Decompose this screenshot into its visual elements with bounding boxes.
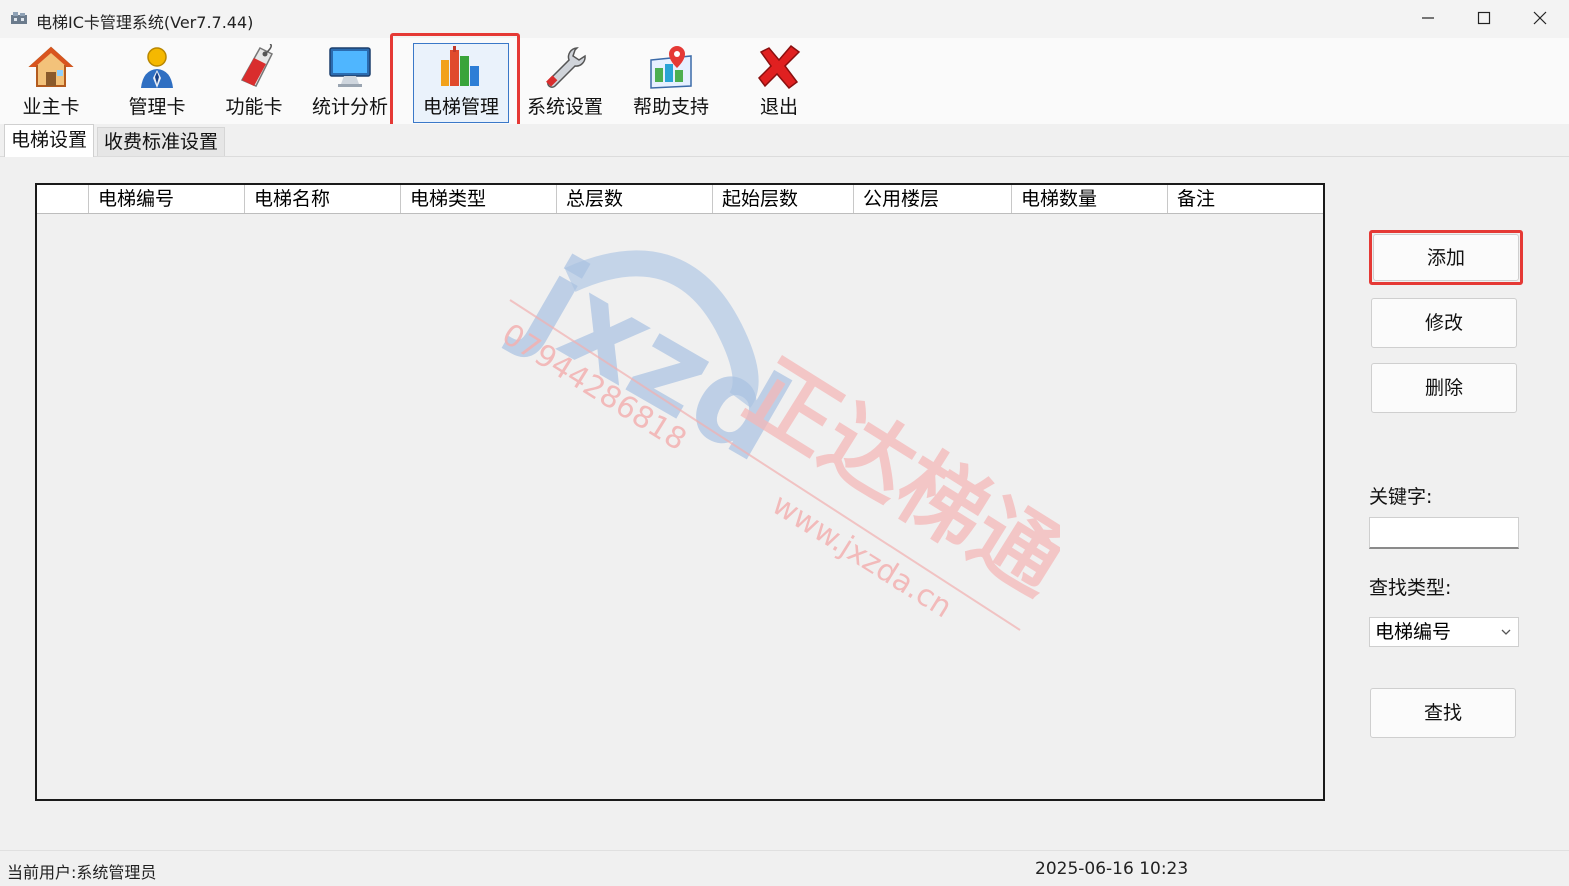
- column-header-elevator-name[interactable]: 电梯名称: [245, 185, 401, 213]
- toolbar-label: 业主卡: [22, 96, 80, 118]
- toolbar-function-card[interactable]: 功能卡: [207, 44, 301, 122]
- edit-button[interactable]: 修改: [1371, 298, 1517, 348]
- status-bar: 当前用户:系统管理员 2025-06-16 10:23: [0, 850, 1569, 886]
- keyword-label: 关键字:: [1369, 486, 1433, 508]
- wrench-icon: [546, 47, 586, 88]
- tab-fee-standard-settings[interactable]: 收费标准设置: [97, 127, 226, 156]
- delete-button[interactable]: 删除: [1371, 363, 1517, 413]
- search-type-select[interactable]: 电梯编号: [1369, 617, 1519, 647]
- map-pin-icon: [650, 46, 692, 89]
- toolbar-manager-card[interactable]: 管理卡: [110, 44, 204, 122]
- search-type-label: 查找类型:: [1369, 577, 1452, 599]
- column-header-elevator-no[interactable]: 电梯编号: [89, 185, 245, 213]
- toolbar-exit[interactable]: 退出: [732, 44, 826, 122]
- toolbar-statistics[interactable]: 统计分析: [303, 44, 397, 122]
- tab-strip: 电梯设置 收费标准设置: [0, 124, 1569, 157]
- status-datetime: 2025-06-16 10:23: [1035, 859, 1189, 879]
- toolbar-owner-card[interactable]: 业主卡: [4, 44, 98, 122]
- minimize-icon: [1422, 17, 1434, 19]
- table-header: 电梯编号 电梯名称 电梯类型 总层数 起始层数 公用楼层 电梯数量 备注: [37, 185, 1323, 214]
- chevron-down-icon: [1500, 618, 1512, 656]
- toolbar-system-settings[interactable]: 系统设置: [518, 44, 612, 122]
- maximize-icon: [1477, 11, 1491, 25]
- app-icon: [10, 10, 28, 26]
- toolbar-help-support[interactable]: 帮助支持: [624, 44, 718, 122]
- keyword-input[interactable]: [1369, 517, 1519, 549]
- column-header-elevator-type[interactable]: 电梯类型: [401, 185, 557, 213]
- search-type-value: 电梯编号: [1375, 621, 1452, 643]
- column-header-public-floors[interactable]: 公用楼层: [854, 185, 1012, 213]
- add-button[interactable]: 添加: [1373, 234, 1519, 281]
- close-icon: [1533, 11, 1547, 25]
- toolbar-label: 统计分析: [311, 96, 388, 118]
- monitor-icon: [329, 47, 371, 87]
- red-x-icon: [758, 44, 801, 90]
- toolbar-label: 帮助支持: [632, 96, 709, 118]
- house-icon: [28, 46, 74, 87]
- title-bar: 电梯IC卡管理系统(Ver7.7.44): [0, 0, 1569, 39]
- search-button[interactable]: 查找: [1370, 688, 1516, 738]
- status-current-user: 当前用户:系统管理员: [7, 863, 157, 882]
- column-header-elevator-count[interactable]: 电梯数量: [1012, 185, 1168, 213]
- column-header-start-floor[interactable]: 起始层数: [713, 185, 854, 213]
- tag-icon: [240, 44, 274, 87]
- highlight-box-elevator-management: [390, 33, 520, 129]
- elevator-table[interactable]: 电梯编号 电梯名称 电梯类型 总层数 起始层数 公用楼层 电梯数量 备注: [35, 183, 1325, 801]
- person-icon: [141, 47, 173, 88]
- toolbar-label: 退出: [759, 96, 798, 118]
- main-toolbar: 业主卡 管理卡 功能卡 统计分析 电梯管理 系统设置 帮助支持 退出: [0, 38, 1569, 124]
- maximize-button[interactable]: [1456, 0, 1512, 36]
- minimize-button[interactable]: [1400, 0, 1456, 36]
- toolbar-label: 系统设置: [526, 96, 603, 118]
- close-button[interactable]: [1512, 0, 1568, 36]
- toolbar-label: 管理卡: [128, 96, 186, 118]
- window-title: 电梯IC卡管理系统(Ver7.7.44): [36, 13, 254, 32]
- tab-elevator-settings[interactable]: 电梯设置: [4, 124, 95, 157]
- column-header-select[interactable]: [37, 185, 89, 213]
- column-header-remarks[interactable]: 备注: [1168, 185, 1323, 213]
- toolbar-label: 功能卡: [225, 96, 283, 118]
- column-header-total-floors[interactable]: 总层数: [557, 185, 713, 213]
